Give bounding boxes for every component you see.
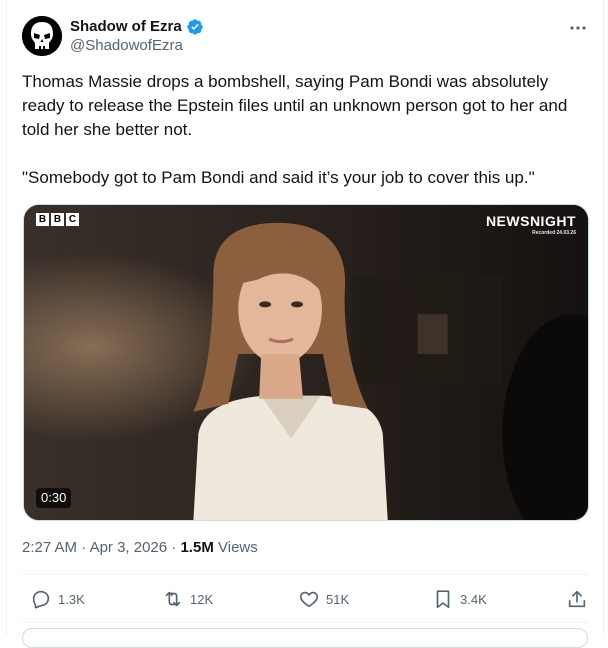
tweet-time[interactable]: 2:27 AM: [22, 539, 77, 556]
repost-count: 12K: [190, 591, 214, 607]
tweet-date[interactable]: Apr 3, 2026: [90, 539, 168, 556]
views-label: Views: [218, 539, 258, 556]
reply-button[interactable]: 1.3K: [30, 584, 85, 614]
bookmark-count: 3.4K: [460, 591, 487, 607]
meta-separator: ·: [81, 539, 87, 556]
divider: [22, 574, 588, 575]
skull-logo-icon: [22, 16, 62, 56]
program-banner: NEWSNIGHT Recorded 24.03.26: [486, 213, 576, 237]
bbc-logo: B B C: [36, 213, 79, 226]
bookmark-button[interactable]: 3.4K: [432, 584, 487, 614]
bbc-letter: B: [51, 213, 64, 226]
divider: [22, 622, 588, 623]
more-options-icon[interactable]: [568, 18, 588, 38]
tweet-meta: 2:27 AM · Apr 3, 2026 · 1.5M Views: [22, 538, 258, 558]
share-icon: [568, 590, 586, 608]
avatar[interactable]: [22, 16, 62, 56]
tweet-card: Shadow of Ezra @ShadowofEzra Thomas Mass…: [6, 0, 604, 648]
meta-separator: ·: [171, 539, 177, 556]
reply-count: 1.3K: [58, 591, 85, 607]
action-bar: 1.3K 12K 51K 3.4K: [22, 584, 590, 614]
like-count: 51K: [326, 591, 350, 607]
video-duration: 0:30: [36, 488, 72, 508]
video-thumbnail: [24, 205, 588, 520]
tweet-header: Shadow of Ezra @ShadowofEzra: [22, 16, 588, 60]
author-names: Shadow of Ezra @ShadowofEzra: [70, 18, 204, 56]
share-button[interactable]: [566, 584, 588, 614]
program-title: NEWSNIGHT: [485, 213, 576, 229]
repost-button[interactable]: 12K: [162, 584, 213, 614]
bbc-letter: B: [36, 213, 49, 226]
display-name[interactable]: Shadow of Ezra: [70, 18, 182, 36]
bbc-letter: C: [66, 213, 79, 226]
video-player[interactable]: B B C NEWSNIGHT Recorded 24.03.26 0:30: [23, 204, 589, 521]
reply-icon: [32, 590, 50, 609]
reply-composer[interactable]: [22, 628, 588, 648]
like-button[interactable]: 51K: [298, 584, 349, 614]
repost-icon: [165, 591, 181, 607]
recorded-note: Recorded 24.03.26: [532, 230, 576, 236]
like-icon: [299, 591, 319, 608]
bookmark-icon: [436, 590, 450, 609]
views-count: 1.5M: [180, 539, 214, 556]
verified-badge-icon: [186, 19, 203, 35]
handle[interactable]: @ShadowofEzra: [70, 36, 204, 56]
tweet-text: Thomas Massie drops a bombshell, saying …: [22, 72, 568, 187]
